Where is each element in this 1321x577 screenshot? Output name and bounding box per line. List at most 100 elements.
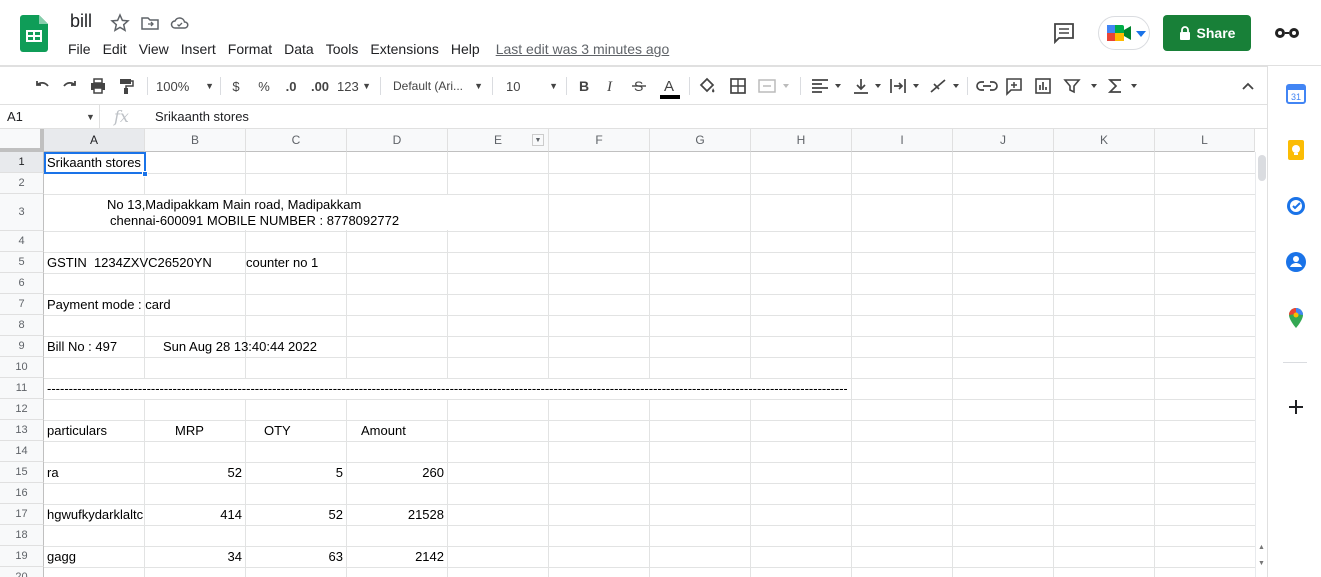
column-header-c[interactable]: C xyxy=(246,129,347,152)
functions-icon[interactable] xyxy=(1106,75,1140,97)
column-header-e[interactable]: E ▼ xyxy=(448,129,549,152)
row-header[interactable]: 10 xyxy=(0,357,44,378)
scrollbar-thumb[interactable] xyxy=(1258,155,1266,181)
row-header[interactable]: 6 xyxy=(0,273,44,294)
document-title[interactable]: bill xyxy=(70,11,92,32)
share-button[interactable]: Share xyxy=(1163,15,1251,51)
sheets-logo-icon[interactable] xyxy=(20,15,48,52)
vertical-scrollbar[interactable]: ▲ ▼ xyxy=(1255,152,1267,577)
row-header[interactable]: 14 xyxy=(0,441,44,462)
print-icon[interactable] xyxy=(88,75,108,97)
cell-b17[interactable]: 414 xyxy=(145,507,242,523)
menu-data[interactable]: Data xyxy=(278,39,320,59)
column-header-l[interactable]: L xyxy=(1155,129,1255,152)
merge-cells-icon[interactable] xyxy=(757,75,791,97)
row-header[interactable]: 16 xyxy=(0,483,44,504)
row-header[interactable]: 20 xyxy=(0,567,44,577)
cell-a7[interactable]: Payment mode : card xyxy=(47,297,171,313)
cell-a3-line1[interactable]: No 13,Madipakkam Main road, Madipakkam xyxy=(107,197,361,213)
text-color-icon[interactable]: A xyxy=(658,75,682,101)
row-header[interactable]: 4 xyxy=(0,231,44,252)
menu-view[interactable]: View xyxy=(133,39,175,59)
column-header-d[interactable]: D xyxy=(347,129,448,152)
scroll-up-icon[interactable]: ▲ xyxy=(1258,544,1265,551)
text-rotation-icon[interactable] xyxy=(928,75,962,97)
filter-dropdown-icon[interactable]: ▼ xyxy=(532,134,544,146)
column-header-f[interactable]: F xyxy=(549,129,650,152)
italic-icon[interactable]: I xyxy=(601,75,621,97)
keep-icon[interactable] xyxy=(1285,139,1307,161)
maps-icon[interactable] xyxy=(1285,307,1307,329)
cell-b9[interactable]: Sun Aug 28 13:40:44 2022 xyxy=(163,339,317,355)
name-box[interactable]: A1 ▼ xyxy=(0,105,100,129)
column-header-k[interactable]: K xyxy=(1054,129,1155,152)
borders-icon[interactable] xyxy=(728,75,748,97)
row-header[interactable]: 7 xyxy=(0,294,44,315)
menu-help[interactable]: Help xyxy=(445,39,486,59)
cell-b19[interactable]: 34 xyxy=(145,549,242,565)
column-header-i[interactable]: I xyxy=(852,129,953,152)
cell-d17[interactable]: 21528 xyxy=(347,507,444,523)
cell-a19[interactable]: gagg xyxy=(47,549,76,565)
fill-handle[interactable] xyxy=(142,171,148,177)
font-select[interactable]: Default (Ari... ▼ xyxy=(393,75,483,97)
row-header[interactable]: 12 xyxy=(0,399,44,420)
scroll-down-icon[interactable]: ▼ xyxy=(1258,560,1265,567)
row-header[interactable]: 11 xyxy=(0,378,44,399)
cell-b13[interactable]: MRP xyxy=(175,423,204,439)
cell-c13[interactable]: OTY xyxy=(264,423,291,439)
menu-tools[interactable]: Tools xyxy=(320,39,365,59)
cell-a15[interactable]: ra xyxy=(47,465,59,481)
row-header[interactable]: 8 xyxy=(0,315,44,336)
cell-a9[interactable]: Bill No : 497 xyxy=(47,339,117,355)
cell-d19[interactable]: 2142 xyxy=(347,549,444,565)
row-header[interactable]: 19 xyxy=(0,546,44,567)
row-header[interactable]: 5 xyxy=(0,252,44,273)
row-header[interactable]: 18 xyxy=(0,525,44,546)
horizontal-align-icon[interactable] xyxy=(810,75,844,97)
redo-icon[interactable] xyxy=(60,75,80,97)
increase-decimal-button[interactable]: .00 xyxy=(308,75,332,97)
menu-extensions[interactable]: Extensions xyxy=(364,39,444,59)
meet-button[interactable] xyxy=(1098,16,1150,50)
row-header[interactable]: 15 xyxy=(0,462,44,483)
row-header[interactable]: 2 xyxy=(0,173,44,194)
cell-a3-line2[interactable]: chennai-600091 MOBILE NUMBER : 877809277… xyxy=(110,213,399,229)
column-header-j[interactable]: J xyxy=(953,129,1054,152)
avatar[interactable] xyxy=(1272,22,1302,44)
insert-chart-icon[interactable] xyxy=(1033,75,1053,97)
currency-button[interactable]: $ xyxy=(228,75,244,97)
cell-d15[interactable]: 260 xyxy=(347,465,444,481)
select-all-corner[interactable] xyxy=(0,129,44,152)
row-header[interactable]: 13 xyxy=(0,420,44,441)
filter-icon[interactable] xyxy=(1062,75,1100,97)
collapse-toolbar-icon[interactable] xyxy=(1238,75,1258,97)
calendar-icon[interactable]: 31 xyxy=(1285,83,1307,105)
last-edit-link[interactable]: Last edit was 3 minutes ago xyxy=(496,41,670,57)
fill-color-icon[interactable] xyxy=(697,75,717,97)
cell-c19[interactable]: 63 xyxy=(246,549,343,565)
cell-a11[interactable]: ----------------------------------------… xyxy=(47,381,847,397)
bold-icon[interactable]: B xyxy=(574,75,594,97)
insert-link-icon[interactable] xyxy=(976,75,998,97)
row-header[interactable]: 1 xyxy=(0,152,44,173)
percent-button[interactable]: % xyxy=(255,75,273,97)
cell-c17[interactable]: 52 xyxy=(246,507,343,523)
cell-c5[interactable]: counter no 1 xyxy=(246,255,318,271)
menu-insert[interactable]: Insert xyxy=(175,39,222,59)
cell-a5[interactable]: GSTIN 1234ZXVC26520YN xyxy=(47,255,212,271)
paint-format-icon[interactable] xyxy=(116,75,136,97)
cell-a17[interactable]: hgwufkydarklaltc xyxy=(47,507,144,523)
strikethrough-icon[interactable]: S xyxy=(629,75,649,97)
cloud-status-icon[interactable] xyxy=(170,13,190,33)
row-header[interactable]: 17 xyxy=(0,504,44,525)
column-header-a[interactable]: A xyxy=(44,129,145,152)
menu-file[interactable]: File xyxy=(62,39,97,59)
row-header[interactable]: 3 xyxy=(0,194,44,231)
insert-comment-icon[interactable] xyxy=(1004,75,1024,97)
add-addon-icon[interactable] xyxy=(1285,396,1307,418)
formula-input[interactable]: Srikaanth stores xyxy=(155,105,249,129)
menu-format[interactable]: Format xyxy=(222,39,278,59)
menu-edit[interactable]: Edit xyxy=(97,39,133,59)
decrease-decimal-button[interactable]: .0 xyxy=(281,75,301,97)
